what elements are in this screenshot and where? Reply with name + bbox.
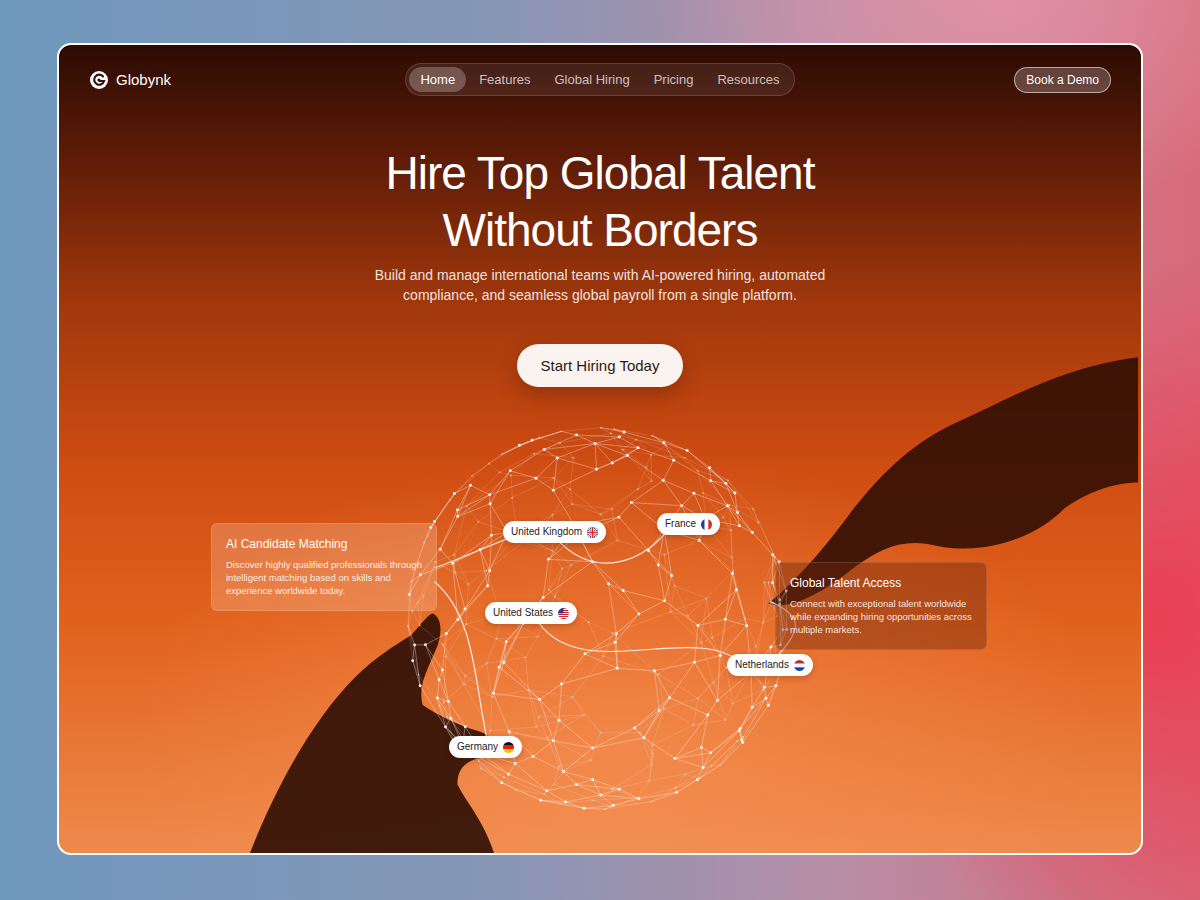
nav-item[interactable]: Features — [468, 67, 541, 92]
country-name: United States — [493, 607, 553, 619]
brand-logo[interactable]: Globynk — [89, 70, 289, 90]
landing-frame: Globynk HomeFeaturesGlobal HiringPricingR… — [57, 43, 1143, 855]
country-name: Germany — [457, 741, 498, 753]
feature-description: Discover highly qualified professionals … — [226, 558, 422, 597]
book-demo-button[interactable]: Book a Demo — [1014, 67, 1111, 93]
left-hand-icon — [246, 614, 497, 855]
feature-card: AI Candidate Matching Discover highly qua… — [211, 523, 437, 611]
flag-icon — [701, 519, 712, 530]
hero-subtitle-line: compliance, and seamless global payroll … — [375, 285, 826, 305]
logo-icon — [89, 70, 109, 90]
flag-icon — [503, 742, 514, 753]
nav-item[interactable]: Global Hiring — [543, 67, 640, 92]
page-background: Globynk HomeFeaturesGlobal HiringPricingR… — [0, 0, 1200, 900]
hero-title: Hire Top Global TalentWithout Borders — [386, 145, 815, 259]
hero-subtitle: Build and manage international teams wit… — [375, 265, 826, 305]
feature-title: Global Talent Access — [790, 576, 972, 591]
header-actions: Book a Demo — [911, 67, 1111, 93]
hero-subtitle-line: Build and manage international teams wit… — [375, 265, 826, 285]
feature-card: Global Talent Access Connect with excepti… — [775, 562, 987, 650]
flag-icon — [558, 608, 569, 619]
nav-item[interactable]: Resources — [706, 67, 790, 92]
top-bar: Globynk HomeFeaturesGlobal HiringPricingR… — [59, 45, 1141, 114]
feature-title: AI Candidate Matching — [226, 537, 422, 552]
connector-lines — [435, 526, 796, 745]
country-name: United Kingdom — [511, 526, 582, 538]
hero: Hire Top Global TalentWithout Borders Bui… — [59, 145, 1141, 387]
start-hiring-button[interactable]: Start Hiring Today — [517, 344, 684, 387]
globe-network — [407, 427, 788, 810]
main-nav: HomeFeaturesGlobal HiringPricingResource… — [405, 63, 794, 96]
flag-icon — [587, 527, 598, 538]
country-name: France — [665, 518, 696, 530]
country-pill[interactable]: Germany — [449, 736, 522, 758]
country-name: Netherlands — [735, 659, 789, 671]
hero-title-line: Without Borders — [386, 202, 815, 259]
brand-name: Globynk — [116, 71, 171, 88]
globe-scene: AI Candidate Matching Discover highly qua… — [59, 387, 1141, 853]
country-pill[interactable]: United Kingdom — [503, 521, 606, 543]
feature-description: Connect with exceptional talent worldwid… — [790, 597, 972, 636]
hero-title-line: Hire Top Global Talent — [386, 145, 815, 202]
nav-item[interactable]: Pricing — [643, 67, 705, 92]
nav-item[interactable]: Home — [409, 67, 466, 92]
country-pill[interactable]: United States — [485, 602, 577, 624]
flag-icon — [794, 660, 805, 671]
country-pill[interactable]: Netherlands — [727, 654, 813, 676]
country-pill[interactable]: France — [657, 513, 720, 535]
